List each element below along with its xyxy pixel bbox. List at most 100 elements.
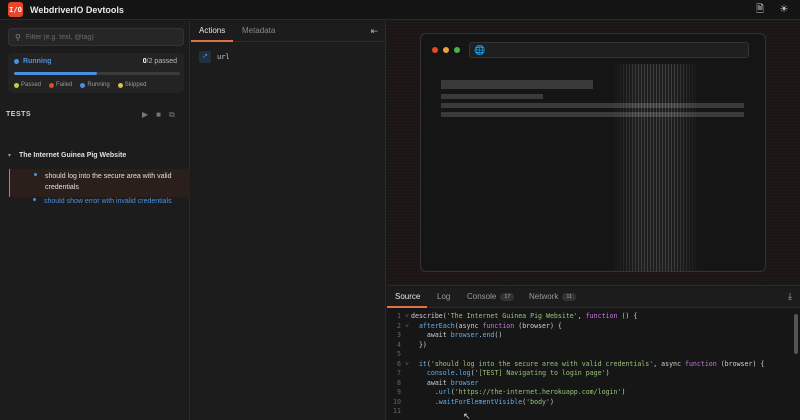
suite-row[interactable]: ▾ The Internet Guinea Pig Website: [8, 152, 126, 159]
running-status: Running: [14, 58, 51, 65]
status-label: Running: [23, 58, 52, 65]
app-header: I/O WebdriverIO Devtools 🗎 ☀: [0, 0, 800, 20]
document-icon[interactable]: 🗎: [754, 4, 766, 16]
actions-panel: Actions Metadata ⇤ ↗ url: [191, 21, 386, 420]
legend-item-running: Running: [80, 82, 110, 88]
stop-icon[interactable]: ■: [156, 110, 161, 120]
code-scrollbar[interactable]: [794, 314, 798, 354]
code-text: it('should log into the secure area with…: [418, 359, 765, 368]
copy-icon[interactable]: ⧉: [169, 110, 175, 120]
sun-icon[interactable]: ☀: [778, 4, 790, 16]
test-title: should log into the secure area with val…: [45, 173, 172, 191]
browser-window: 🌐: [420, 33, 766, 272]
maximize-dot-icon: [454, 47, 460, 53]
tab-metadata[interactable]: Metadata: [242, 26, 275, 35]
tests-header: TESTS: [6, 111, 32, 118]
code-line: 7 console.log('[TEST] Navigating to logi…: [387, 369, 792, 379]
close-dot-icon: [432, 47, 438, 53]
legend-dot-icon: [117, 82, 123, 88]
line-number: 6: [397, 359, 401, 368]
search-icon: ⚲: [15, 32, 21, 42]
legend-dot-icon: [49, 82, 55, 88]
tab-source-label: Source: [395, 292, 421, 301]
test-item[interactable]: should log into the secure area with val…: [9, 169, 190, 197]
passed-count-total: /2 passed: [146, 58, 177, 65]
action-label: url: [217, 53, 230, 61]
webdriverio-logo: I/O: [8, 2, 23, 17]
collapse-panel-icon[interactable]: ⇤: [370, 26, 378, 37]
status-legend: Passed Failed Running Skipped: [14, 82, 146, 88]
code-text: describe('The Internet Guinea Pig Websit…: [411, 312, 638, 320]
app-title: WebdriverIO Devtools: [30, 4, 124, 15]
line-number: 10: [393, 397, 401, 406]
url-bar: 🌐: [469, 42, 749, 58]
legend-label: Running: [87, 82, 110, 88]
fold-icon: [405, 407, 411, 417]
passed-count: 0/2 passed: [143, 58, 177, 65]
browser-preview: 🌐: [387, 21, 800, 284]
code-text: .url('https://the-internet.herokuapp.com…: [411, 388, 626, 396]
line-number: 3: [397, 331, 401, 339]
tab-source[interactable]: Source: [395, 292, 420, 301]
line-number: 2: [397, 321, 401, 330]
skeleton-heading: [441, 80, 593, 89]
legend-item-failed: Failed: [49, 82, 72, 88]
code-text: await browser: [411, 378, 479, 387]
legend-label: Failed: [56, 82, 73, 88]
code-line: 3 await browser.end(): [387, 331, 792, 341]
code-line: 6 ˅ it('should log into the secure area w…: [387, 360, 792, 370]
chevron-down-icon[interactable]: ▾: [8, 152, 11, 159]
arrow-up-right-icon: ↗: [199, 51, 211, 63]
active-tab-indicator: [387, 306, 427, 308]
tab-actions[interactable]: Actions: [199, 26, 225, 35]
line-number: 8: [397, 378, 401, 387]
legend-dot-icon: [80, 82, 86, 88]
line-number: 1: [397, 312, 401, 320]
line-number: 9: [397, 388, 401, 396]
filter-input[interactable]: [25, 33, 176, 41]
minimize-dot-icon: [443, 47, 449, 53]
code-line: 10 .waitForElementVisible('body'): [387, 398, 792, 408]
test-title: should show error with invalid credentia…: [44, 198, 172, 205]
test-item[interactable]: should show error with invalid credentia…: [9, 194, 190, 211]
code-line: 5: [387, 350, 792, 360]
test-sidebar: ⚲ Running 0/2 passed Passed Failed Running…: [0, 21, 190, 420]
tab-log-label: Log: [437, 292, 451, 301]
suite-title: The Internet Guinea Pig Website: [19, 152, 127, 159]
filter-box[interactable]: ⚲: [8, 28, 184, 46]
network-count-badge: 11: [562, 292, 577, 301]
legend-label: Passed: [21, 82, 42, 88]
code-text: await browser.end(): [411, 331, 503, 339]
code-text: console.log('[TEST] Navigating to login …: [426, 369, 610, 377]
line-number: 4: [397, 340, 401, 349]
source-panel: Source Log Console 17 Network 11 ⤓ 1 ˅ descr…: [387, 285, 800, 420]
code-line: 8 await browser: [387, 379, 792, 389]
fold-icon: [405, 350, 411, 360]
play-icon[interactable]: ▶: [142, 110, 148, 120]
download-icon[interactable]: ⤓: [788, 291, 792, 302]
tab-network[interactable]: Network 11: [529, 292, 577, 301]
skeleton-line: [441, 94, 543, 99]
legend-item-passed: Passed: [14, 82, 41, 88]
code-line: 9 .url('https://the-internet.herokuapp.c…: [387, 388, 792, 398]
code-editor[interactable]: 1 ˅ describe('The Internet Guinea Pig Webs…: [387, 312, 792, 420]
progress-fill: [14, 72, 97, 75]
progress-bar: [14, 72, 180, 75]
test-status-dot-icon: [33, 198, 36, 201]
tab-log[interactable]: Log: [437, 292, 450, 301]
running-dot-icon: [14, 59, 19, 64]
console-count-badge: 17: [500, 292, 515, 301]
code-line: 2 ˅ afterEach(async function (browser) {: [387, 322, 792, 332]
code-line: 1 ˅ describe('The Internet Guinea Pig Webs…: [387, 312, 792, 322]
status-card: Running 0/2 passed Passed Failed Running Sk…: [8, 53, 184, 93]
tab-network-label: Network: [529, 292, 559, 301]
active-tab-indicator: [191, 40, 233, 42]
code-line: 11: [387, 407, 792, 417]
action-item[interactable]: ↗ url: [199, 51, 230, 63]
test-status-dot-icon: [34, 173, 37, 176]
legend-dot-icon: [14, 82, 19, 88]
line-number: 11: [393, 407, 401, 415]
tab-console[interactable]: Console 17: [467, 292, 515, 301]
line-number: 5: [397, 350, 401, 358]
loading-shimmer: [611, 64, 701, 271]
